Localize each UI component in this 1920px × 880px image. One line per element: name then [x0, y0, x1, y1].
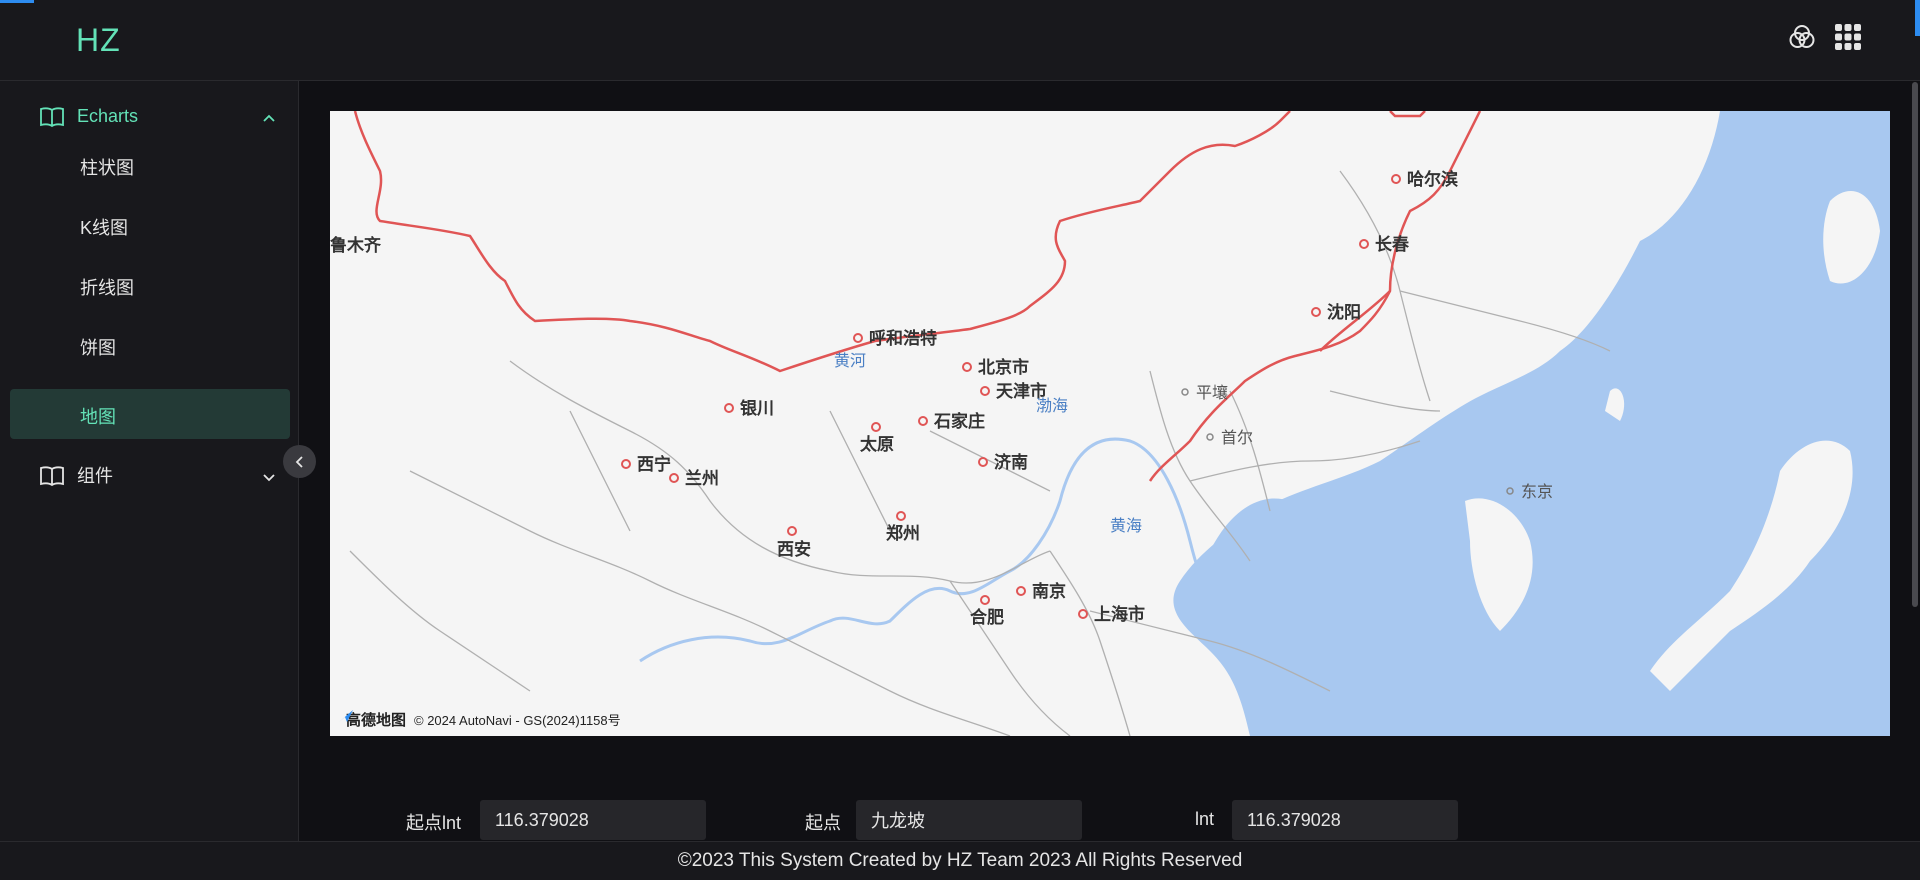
svg-text:平壤: 平壤: [1196, 383, 1228, 402]
svg-text:兰州: 兰州: [685, 468, 719, 489]
coordinate-form: 起点lnt 起点 lnt: [0, 800, 1920, 840]
svg-text:太原: 太原: [860, 434, 894, 455]
svg-text:西安: 西安: [777, 539, 811, 560]
svg-text:鲁木齐: 鲁木齐: [330, 235, 382, 256]
svg-text:首尔: 首尔: [1221, 428, 1253, 447]
sidebar-item-pie-chart[interactable]: 饼图: [10, 320, 290, 370]
lnt-label: lnt: [1195, 809, 1215, 829]
footer: ©2023 This System Created by HZ Team 202…: [0, 841, 1920, 880]
app-logo[interactable]: HZ: [76, 22, 121, 59]
svg-text:上海市: 上海市: [1094, 604, 1145, 625]
sidebar-item-kline[interactable]: K线图: [10, 200, 290, 250]
lnt-input[interactable]: [1232, 800, 1458, 840]
sidebar-collapse-button[interactable]: [283, 445, 316, 478]
svg-text:石家庄: 石家庄: [933, 411, 985, 432]
svg-text:郑州: 郑州: [886, 523, 920, 544]
footer-text: ©2023 This System Created by HZ Team 202…: [677, 850, 1243, 871]
sidebar-group-label: Echarts: [77, 105, 139, 126]
svg-text:长春: 长春: [1375, 234, 1409, 255]
start-lng-label: 起点lnt: [406, 813, 462, 833]
map-copyright: © 2024 AutoNavi - GS(2024)1158号: [414, 713, 621, 728]
sidebar-item-map[interactable]: 地图: [10, 389, 290, 439]
svg-text:渤海: 渤海: [1036, 396, 1068, 415]
sidebar: Echarts 柱状图 K线图 折线图 饼图 地图 组件: [0, 81, 299, 841]
svg-text:黄河: 黄河: [834, 351, 866, 370]
top-header: HZ: [0, 0, 1920, 81]
main-scrollbar[interactable]: [1912, 82, 1918, 607]
map-container[interactable]: 哈尔滨 长春 沈阳 呼和浩特 北京市 天津市 银川 石家庄 太原 济南 西宁 兰…: [330, 111, 1890, 736]
map-canvas: 哈尔滨 长春 沈阳 呼和浩特 北京市 天津市 银川 石家庄 太原 济南 西宁 兰…: [330, 111, 1890, 736]
sidebar-group-components[interactable]: 组件: [10, 450, 290, 500]
map-attribution: 高德地图 © 2024 AutoNavi - GS(2024)1158号: [338, 709, 621, 730]
sidebar-item-line-chart[interactable]: 折线图: [10, 260, 290, 310]
apps-grid-icon[interactable]: [1833, 22, 1863, 52]
svg-text:呼和浩特: 呼和浩特: [869, 328, 937, 349]
svg-text:南京: 南京: [1032, 581, 1066, 602]
start-input[interactable]: [856, 800, 1082, 840]
svg-text:东京: 东京: [1521, 482, 1553, 501]
svg-text:黄海: 黄海: [1110, 516, 1142, 535]
chevron-down-icon: [262, 468, 276, 482]
right-accent-bar: [1915, 0, 1920, 36]
book-icon: [40, 106, 64, 128]
book-icon: [40, 465, 64, 487]
start-label: 起点: [805, 813, 841, 833]
sidebar-item-bar-chart[interactable]: 柱状图: [10, 140, 290, 190]
svg-text:银川: 银川: [740, 398, 774, 419]
chevron-up-icon: [262, 109, 276, 123]
svg-text:合肥: 合肥: [970, 607, 1004, 628]
svg-text:西宁: 西宁: [637, 454, 671, 475]
svg-text:沈阳: 沈阳: [1327, 302, 1361, 323]
svg-text:北京市: 北京市: [978, 357, 1029, 378]
sidebar-group-echarts[interactable]: Echarts: [10, 91, 290, 141]
svg-text:济南: 济南: [994, 452, 1028, 473]
top-accent-bar: [0, 0, 34, 3]
theme-icon[interactable]: [1787, 22, 1817, 52]
svg-text:哈尔滨: 哈尔滨: [1407, 169, 1458, 190]
map-brand: 高德地图: [346, 712, 407, 729]
sidebar-group-label: 组件: [77, 466, 113, 486]
chevron-left-icon: [295, 455, 303, 468]
start-lng-input[interactable]: [480, 800, 706, 840]
